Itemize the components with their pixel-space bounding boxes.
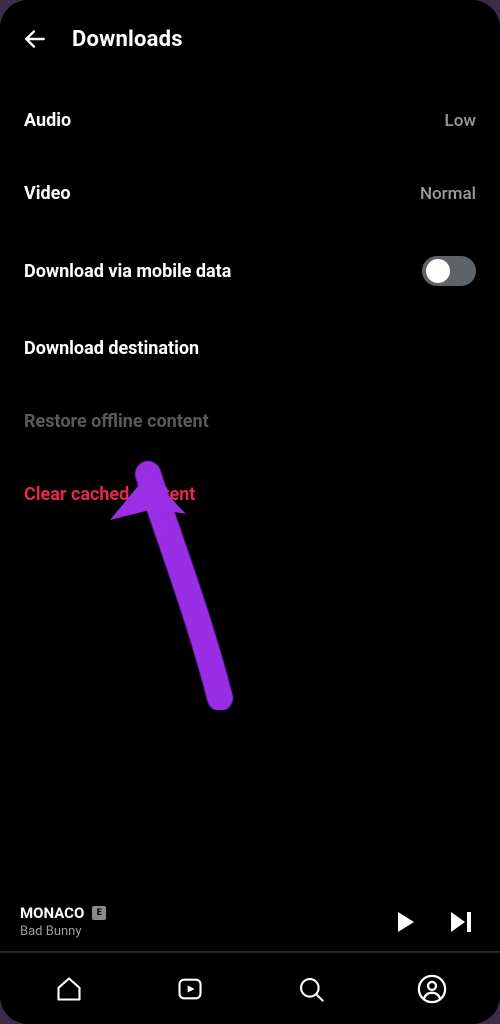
toggle-knob — [426, 259, 450, 283]
setting-label: Download via mobile data — [24, 261, 231, 282]
next-button[interactable] — [450, 911, 474, 933]
setting-video[interactable]: Video Normal — [24, 157, 476, 230]
setting-clear-cache[interactable]: Clear cached content — [24, 458, 476, 531]
settings-list: Audio Low Video Normal Download via mobi… — [0, 64, 500, 531]
setting-value: Normal — [420, 184, 476, 204]
back-button[interactable] — [20, 24, 50, 54]
setting-label: Audio — [24, 110, 71, 131]
setting-label: Restore offline content — [24, 411, 209, 432]
arrow-left-icon — [22, 26, 48, 52]
setting-audio[interactable]: Audio Low — [24, 84, 476, 157]
profile-icon — [417, 974, 447, 1004]
now-playing-info: MONACO E Bad Bunny — [20, 904, 396, 939]
now-playing-controls — [396, 911, 480, 933]
nav-home[interactable] — [45, 965, 93, 1013]
setting-label: Clear cached content — [24, 484, 195, 505]
now-playing-title: MONACO — [20, 904, 84, 922]
mobile-data-toggle[interactable] — [422, 256, 476, 286]
setting-restore-offline: Restore offline content — [24, 385, 476, 458]
now-playing-title-row: MONACO E — [20, 904, 396, 922]
setting-download-destination[interactable]: Download destination — [24, 312, 476, 385]
bottom-nav — [0, 952, 500, 1024]
play-button[interactable] — [396, 911, 416, 933]
search-icon — [297, 975, 325, 1003]
now-playing-artist: Bad Bunny — [20, 924, 396, 939]
explicit-badge: E — [92, 906, 106, 920]
skip-next-icon — [450, 911, 474, 933]
setting-mobile-data[interactable]: Download via mobile data — [24, 230, 476, 312]
home-icon — [55, 975, 83, 1003]
nav-profile[interactable] — [408, 965, 456, 1013]
play-icon — [396, 911, 416, 933]
setting-label: Video — [24, 183, 71, 204]
nav-search[interactable] — [287, 965, 335, 1013]
now-playing-bar[interactable]: MONACO E Bad Bunny — [0, 892, 500, 952]
page-title: Downloads — [72, 27, 183, 52]
video-icon — [176, 975, 204, 1003]
header: Downloads — [0, 0, 500, 64]
nav-video[interactable] — [166, 965, 214, 1013]
setting-label: Download destination — [24, 338, 199, 359]
setting-value: Low — [445, 111, 476, 131]
